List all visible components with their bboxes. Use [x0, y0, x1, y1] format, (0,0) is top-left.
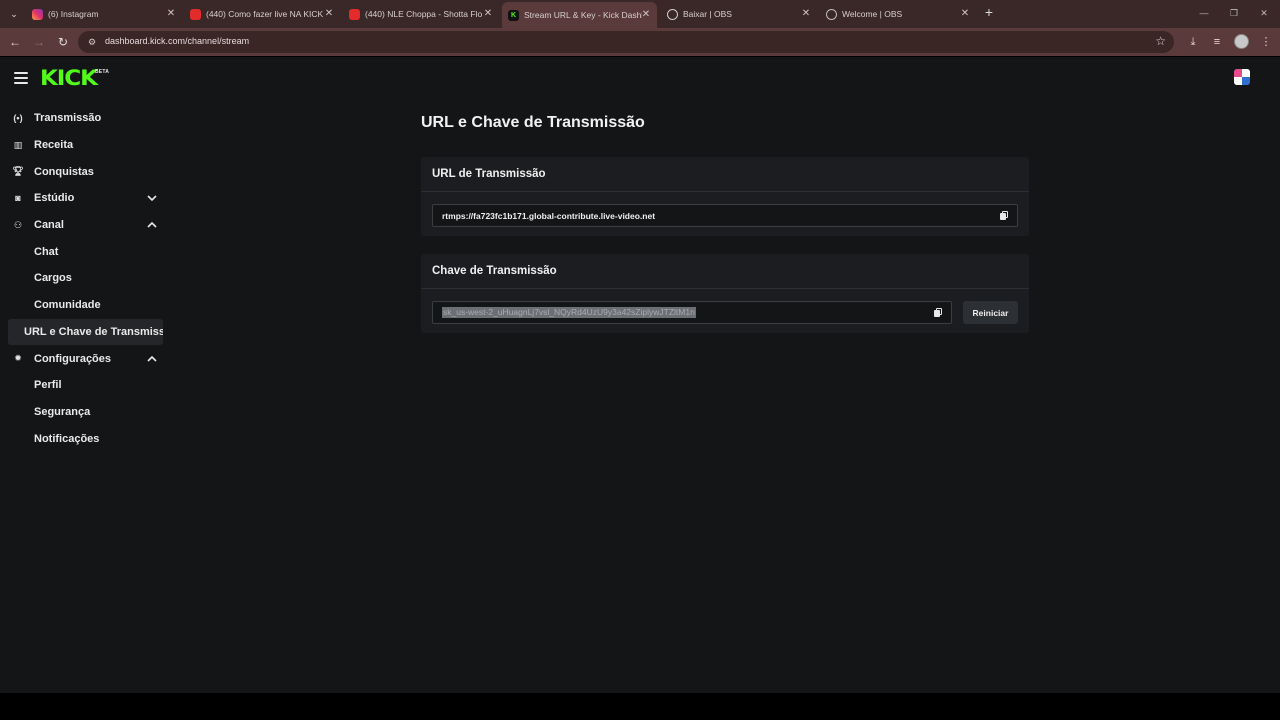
sidebar-item-comunidade[interactable]: Comunidade — [0, 292, 164, 319]
beta-badge: BETA — [95, 69, 110, 75]
gear-icon: ✹ — [14, 353, 22, 364]
browser-tab-youtube-2[interactable]: (440) NLE Choppa - Shotta Flo ✕ — [349, 4, 495, 24]
stream-key-card: Chave de Transmissão sk_us-west-2_uHuagn… — [421, 254, 1029, 333]
chevron-down-icon[interactable] — [145, 191, 159, 205]
browser-toolbar: ← → ↻ ⚙ dashboard.kick.com/channel/strea… — [0, 28, 1280, 56]
copy-icon[interactable] — [1000, 211, 1009, 221]
site-info-icon[interactable]: ⚙ — [86, 36, 98, 48]
kick-logo[interactable]: KICK — [40, 67, 98, 89]
sidebar-item-cargos[interactable]: Cargos — [0, 265, 164, 292]
sidebar-item-seguranca[interactable]: Segurança — [0, 399, 164, 426]
close-tab-icon[interactable]: ✕ — [164, 7, 178, 21]
close-tab-icon[interactable]: ✕ — [958, 7, 972, 21]
youtube-icon — [349, 8, 360, 20]
sidebar-item-label: Comunidade — [34, 299, 101, 312]
globe-icon — [826, 8, 837, 20]
bookmark-star-icon[interactable]: ☆ — [1155, 34, 1166, 48]
sidebar-item-label: Estúdio — [34, 192, 75, 205]
sidebar-item-receita[interactable]: ▥ Receita — [0, 132, 164, 159]
browser-tab-kick-active[interactable]: K Stream URL & Key - Kick Dashb ✕ — [502, 2, 657, 28]
back-arrow-icon[interactable]: ← — [7, 34, 23, 50]
reload-icon[interactable]: ↻ — [55, 34, 71, 50]
chart-icon: ▥ — [13, 139, 23, 150]
dashboard-page: KICK BETA (•) Transmissão ▥ Receita 🏆︎ C… — [0, 57, 1280, 693]
chevron-up-icon[interactable] — [145, 218, 159, 232]
address-url[interactable]: dashboard.kick.com/channel/stream — [105, 36, 249, 46]
sidebar-item-chat[interactable]: Chat — [0, 238, 164, 265]
restore-icon[interactable]: ❐ — [1224, 5, 1244, 21]
stream-key-value[interactable]: sk_us-west-2_uHuagnLj7vsl_NQyRd4UzU9y3a4… — [442, 307, 696, 318]
tab-title: (440) NLE Choppa - Shotta Flo — [365, 9, 483, 19]
stream-key-field[interactable]: sk_us-west-2_uHuagnLj7vsl_NQyRd4UzU9y3a4… — [432, 301, 952, 324]
reset-key-button[interactable]: Reiniciar — [963, 301, 1018, 324]
tab-title: Baixar | OBS — [683, 9, 732, 19]
kick-icon: K — [508, 9, 519, 21]
page-title: URL e Chave de Transmissão — [421, 114, 645, 131]
sidebar-item-canal[interactable]: ⚇ Canal — [0, 212, 164, 239]
window-close-icon[interactable]: ✕ — [1254, 5, 1274, 21]
sidebar-item-perfil[interactable]: Perfil — [0, 372, 164, 399]
download-icon[interactable]: ⤓ — [1185, 34, 1201, 50]
broadcast-icon: (•) — [13, 113, 23, 124]
tab-title: (440) Como fazer live NA KICK — [206, 9, 324, 19]
new-tab-plus-icon[interactable]: + — [982, 5, 996, 19]
sidebar-item-label: Chat — [34, 245, 59, 258]
stream-url-value[interactable]: rtmps://fa723fc1b171.global-contribute.l… — [442, 211, 655, 221]
stream-url-heading: URL de Transmissão — [421, 157, 1029, 192]
tab-title: Stream URL & Key - Kick Dashb — [524, 10, 642, 20]
youtube-icon — [190, 8, 201, 20]
sidebar-nav: (•) Transmissão ▥ Receita 🏆︎ Conquistas … — [0, 105, 164, 452]
sidebar-item-url-chave[interactable]: URL e Chave de Transmissão — [8, 318, 163, 346]
tab-search-chevron-icon[interactable]: ⌄ — [5, 5, 23, 23]
bottom-bar — [0, 693, 1280, 720]
sidebar-item-label: Receita — [34, 139, 74, 152]
minimize-icon[interactable]: — — [1194, 5, 1214, 21]
sidebar-item-label: Configurações — [34, 352, 112, 365]
sidebar-item-estudio[interactable]: ◙ Estúdio — [0, 185, 164, 212]
media-queue-icon[interactable]: ≡ — [1209, 34, 1225, 50]
sidebar-item-label: Conquistas — [34, 165, 94, 178]
studio-icon: ◙ — [15, 193, 21, 204]
close-tab-icon[interactable]: ✕ — [322, 7, 336, 21]
stream-url-field[interactable]: rtmps://fa723fc1b171.global-contribute.l… — [432, 204, 1018, 227]
obs-icon — [667, 8, 678, 20]
sidebar-item-label: Notificações — [34, 432, 100, 445]
sidebar-item-conquistas[interactable]: 🏆︎ Conquistas — [0, 158, 164, 185]
close-tab-icon[interactable]: ✕ — [799, 7, 813, 21]
tab-title: Welcome | OBS — [842, 9, 903, 19]
tab-title: (6) Instagram — [48, 9, 99, 19]
user-avatar[interactable] — [1234, 69, 1250, 85]
stream-key-heading: Chave de Transmissão — [421, 254, 1029, 289]
sidebar-item-configuracoes[interactable]: ✹ Configurações — [0, 345, 164, 372]
copy-icon[interactable] — [934, 308, 943, 318]
trophy-icon: 🏆︎ — [12, 166, 24, 177]
browser-tab-obs-download[interactable]: Baixar | OBS ✕ — [667, 4, 813, 24]
sidebar-item-label: Cargos — [34, 272, 72, 285]
sidebar-item-label: Transmissão — [34, 112, 102, 125]
forward-arrow-icon[interactable]: → — [31, 34, 47, 50]
stream-url-card: URL de Transmissão rtmps://fa723fc1b171.… — [421, 157, 1029, 236]
close-tab-icon[interactable]: ✕ — [639, 8, 653, 22]
chevron-up-icon[interactable] — [145, 352, 159, 366]
sidebar-item-label: URL e Chave de Transmissão — [24, 325, 163, 338]
browser-tabstrip: ⌄ (6) Instagram ✕ (440) Como fazer live … — [0, 0, 1280, 28]
browser-tab-youtube-1[interactable]: (440) Como fazer live NA KICK ✕ — [190, 4, 336, 24]
close-tab-icon[interactable]: ✕ — [481, 7, 495, 21]
sidebar-item-label: Segurança — [34, 405, 91, 418]
browser-tab-obs-welcome[interactable]: Welcome | OBS ✕ — [826, 4, 972, 24]
browser-profile-avatar[interactable] — [1234, 34, 1249, 49]
sidebar-item-transmissao[interactable]: (•) Transmissão — [0, 105, 164, 132]
sidebar-item-notificacoes[interactable]: Notificações — [0, 425, 164, 452]
sidebar-item-label: Perfil — [34, 379, 62, 392]
users-icon: ⚇ — [13, 219, 23, 230]
browser-tab-instagram[interactable]: (6) Instagram ✕ — [32, 4, 178, 24]
browser-menu-icon[interactable]: ⋮ — [1258, 34, 1274, 50]
address-bar[interactable]: ⚙ dashboard.kick.com/channel/stream ☆ — [78, 31, 1174, 53]
hamburger-menu-icon[interactable] — [14, 72, 28, 84]
sidebar-item-label: Canal — [34, 219, 64, 232]
instagram-icon — [32, 8, 43, 20]
